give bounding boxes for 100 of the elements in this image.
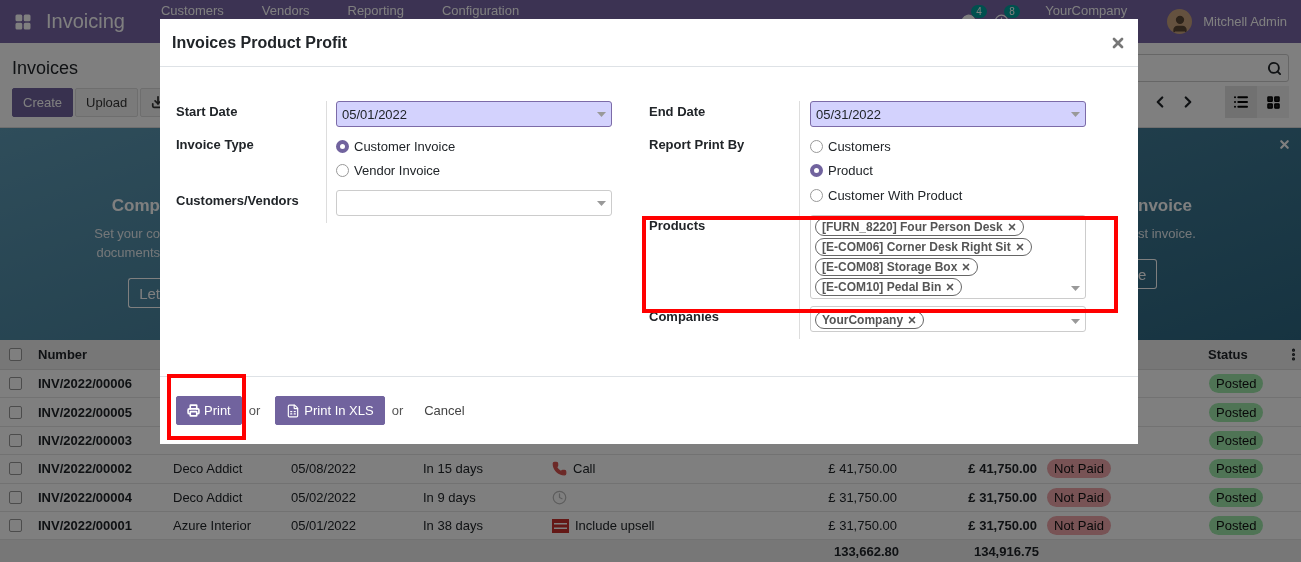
table-cell-text: INV/2022/00004 xyxy=(37,489,133,505)
payment-badge: Not Paid xyxy=(1047,459,1111,479)
table-cell-text: INV/2022/00005 xyxy=(37,404,133,420)
close-icon[interactable] xyxy=(1278,138,1291,151)
table-cell-text: £ 31,750.00 xyxy=(827,489,898,505)
user-avatar[interactable] xyxy=(1167,9,1193,34)
field-label: Start Date xyxy=(176,103,239,119)
table-cell-text: 05/01/2022 xyxy=(290,518,358,534)
row-checkbox[interactable] xyxy=(8,433,22,447)
total-cell-text: 134,916.75 xyxy=(972,543,1040,559)
radio-button[interactable] xyxy=(810,139,823,153)
apps-menu-icon[interactable] xyxy=(14,12,32,31)
radio-button[interactable] xyxy=(336,164,349,178)
row-checkbox[interactable] xyxy=(8,405,22,419)
row-checkbox[interactable] xyxy=(8,462,22,476)
create-button[interactable]: Create xyxy=(12,87,74,117)
banner-text: documents xyxy=(96,245,160,260)
radio-button[interactable] xyxy=(336,139,349,153)
table-cell: Include upsell xyxy=(575,518,655,534)
select-all-checkbox[interactable] xyxy=(8,348,22,361)
table-cell-text: Deco Addict xyxy=(172,461,244,477)
cancel-button[interactable]: Cancel xyxy=(418,403,471,418)
table-cell-text: INV/2022/00002 xyxy=(37,461,133,477)
select-field[interactable] xyxy=(336,190,612,216)
upload-button[interactable]: Upload xyxy=(75,87,139,117)
table-cell-text: INV/2022/00001 xyxy=(37,518,133,534)
table-cell-text: In 38 days xyxy=(422,518,484,534)
spreadsheet-icon xyxy=(286,403,301,418)
payment-badge: Not Paid xyxy=(1047,487,1111,507)
tag-select-field[interactable]: [FURN_8220] Four Person Desk [E-COM06] Corner Desk Right Sit [E-COM08] Storage Box [E-COM10] Pedal Bin xyxy=(810,214,1086,299)
date-field[interactable]: 05/31/2022 xyxy=(810,101,1086,127)
nav-menu-item[interactable]: Configuration xyxy=(441,3,520,18)
table-cell-text: £ 31,750.00 xyxy=(967,489,1038,505)
radio-label: Customer Invoice xyxy=(354,138,456,154)
table-cell-text: £ 31,750.00 xyxy=(967,518,1038,534)
date-field[interactable]: 05/01/2022 xyxy=(336,101,612,127)
status-badge: Posted xyxy=(1209,459,1264,479)
status-badge: Posted xyxy=(1209,374,1264,394)
separator-text: or xyxy=(391,403,404,418)
banner-title: Comp xyxy=(111,196,160,216)
counter-badge: 4 xyxy=(971,5,987,18)
caret-icon xyxy=(597,111,606,117)
table-cell-text: £ 41,750.00 xyxy=(967,461,1038,477)
total-cell-text: 133,662.80 xyxy=(832,543,900,559)
field-label: Companies xyxy=(649,307,721,324)
payment-badge: Not Paid xyxy=(1047,516,1111,536)
remove-icon[interactable] xyxy=(945,281,956,292)
radio-label: Customer With Product xyxy=(828,187,963,203)
field-label: Invoice Type xyxy=(176,136,255,152)
separator-text: or xyxy=(248,403,261,418)
status-badge: Posted xyxy=(1209,516,1264,536)
app-name: Invoicing xyxy=(46,10,125,33)
nav-menu-item[interactable]: Customers xyxy=(160,3,224,18)
table-cell-text: In 15 days xyxy=(422,461,484,477)
remove-icon[interactable] xyxy=(1014,241,1025,252)
print-xls-button[interactable]: Print In XLS xyxy=(275,396,385,425)
caret-icon xyxy=(1071,318,1080,324)
banner-text: Set your co xyxy=(94,226,160,241)
nav-menu-item[interactable]: Vendors xyxy=(261,3,310,18)
list-icon xyxy=(1233,94,1249,110)
table-cell-text: 05/08/2022 xyxy=(290,461,358,477)
status-badge: Posted xyxy=(1209,402,1264,422)
field-label: Products xyxy=(649,216,707,233)
nav-menu-item[interactable]: Reporting xyxy=(347,3,404,18)
search-icon[interactable] xyxy=(1267,60,1282,76)
user-menu[interactable]: Mitchell Admin xyxy=(1203,14,1287,29)
clock-icon[interactable] xyxy=(552,489,567,505)
radio-button[interactable] xyxy=(810,188,823,202)
caret-icon xyxy=(1071,111,1080,117)
remove-icon[interactable] xyxy=(961,261,972,272)
table-cell-text: INV/2022/00006 xyxy=(37,376,133,392)
caret-icon xyxy=(1071,285,1080,291)
counter-badge: 8 xyxy=(1004,5,1020,18)
grid-icon xyxy=(1265,94,1281,110)
print-button[interactable]: Print xyxy=(176,396,242,425)
remove-icon[interactable] xyxy=(907,314,918,325)
radio-label: Customers xyxy=(828,138,891,154)
phone-icon[interactable] xyxy=(552,461,567,477)
table-cell-text: £ 41,750.00 xyxy=(827,461,898,477)
field-label: Customers/Vendors xyxy=(176,192,300,208)
banner-title: nvoice xyxy=(1138,196,1192,216)
company-switcher[interactable]: YourCompany xyxy=(1045,3,1128,18)
table-cell-text: Deco Addict xyxy=(172,489,244,505)
remove-icon[interactable] xyxy=(1006,221,1017,232)
banner-text: st invoice. xyxy=(1138,226,1196,241)
kanban-view-button[interactable] xyxy=(1257,86,1289,118)
column-header[interactable]: Status xyxy=(1208,347,1248,362)
status-badge: Posted xyxy=(1209,430,1264,450)
row-checkbox[interactable] xyxy=(8,519,22,533)
radio-button[interactable] xyxy=(810,164,823,178)
table-cell-text: INV/2022/00003 xyxy=(37,432,133,448)
printer-icon xyxy=(187,404,200,417)
table-cell-text: 05/02/2022 xyxy=(290,489,358,505)
field-label: Report Print By xyxy=(649,136,746,152)
page-title: Invoices xyxy=(12,57,80,79)
row-checkbox[interactable] xyxy=(8,377,22,391)
list-view-button[interactable] xyxy=(1225,86,1257,118)
radio-label: Vendor Invoice xyxy=(354,163,440,179)
row-checkbox[interactable] xyxy=(8,490,22,504)
table-cell-text: Azure Interior xyxy=(172,518,253,534)
